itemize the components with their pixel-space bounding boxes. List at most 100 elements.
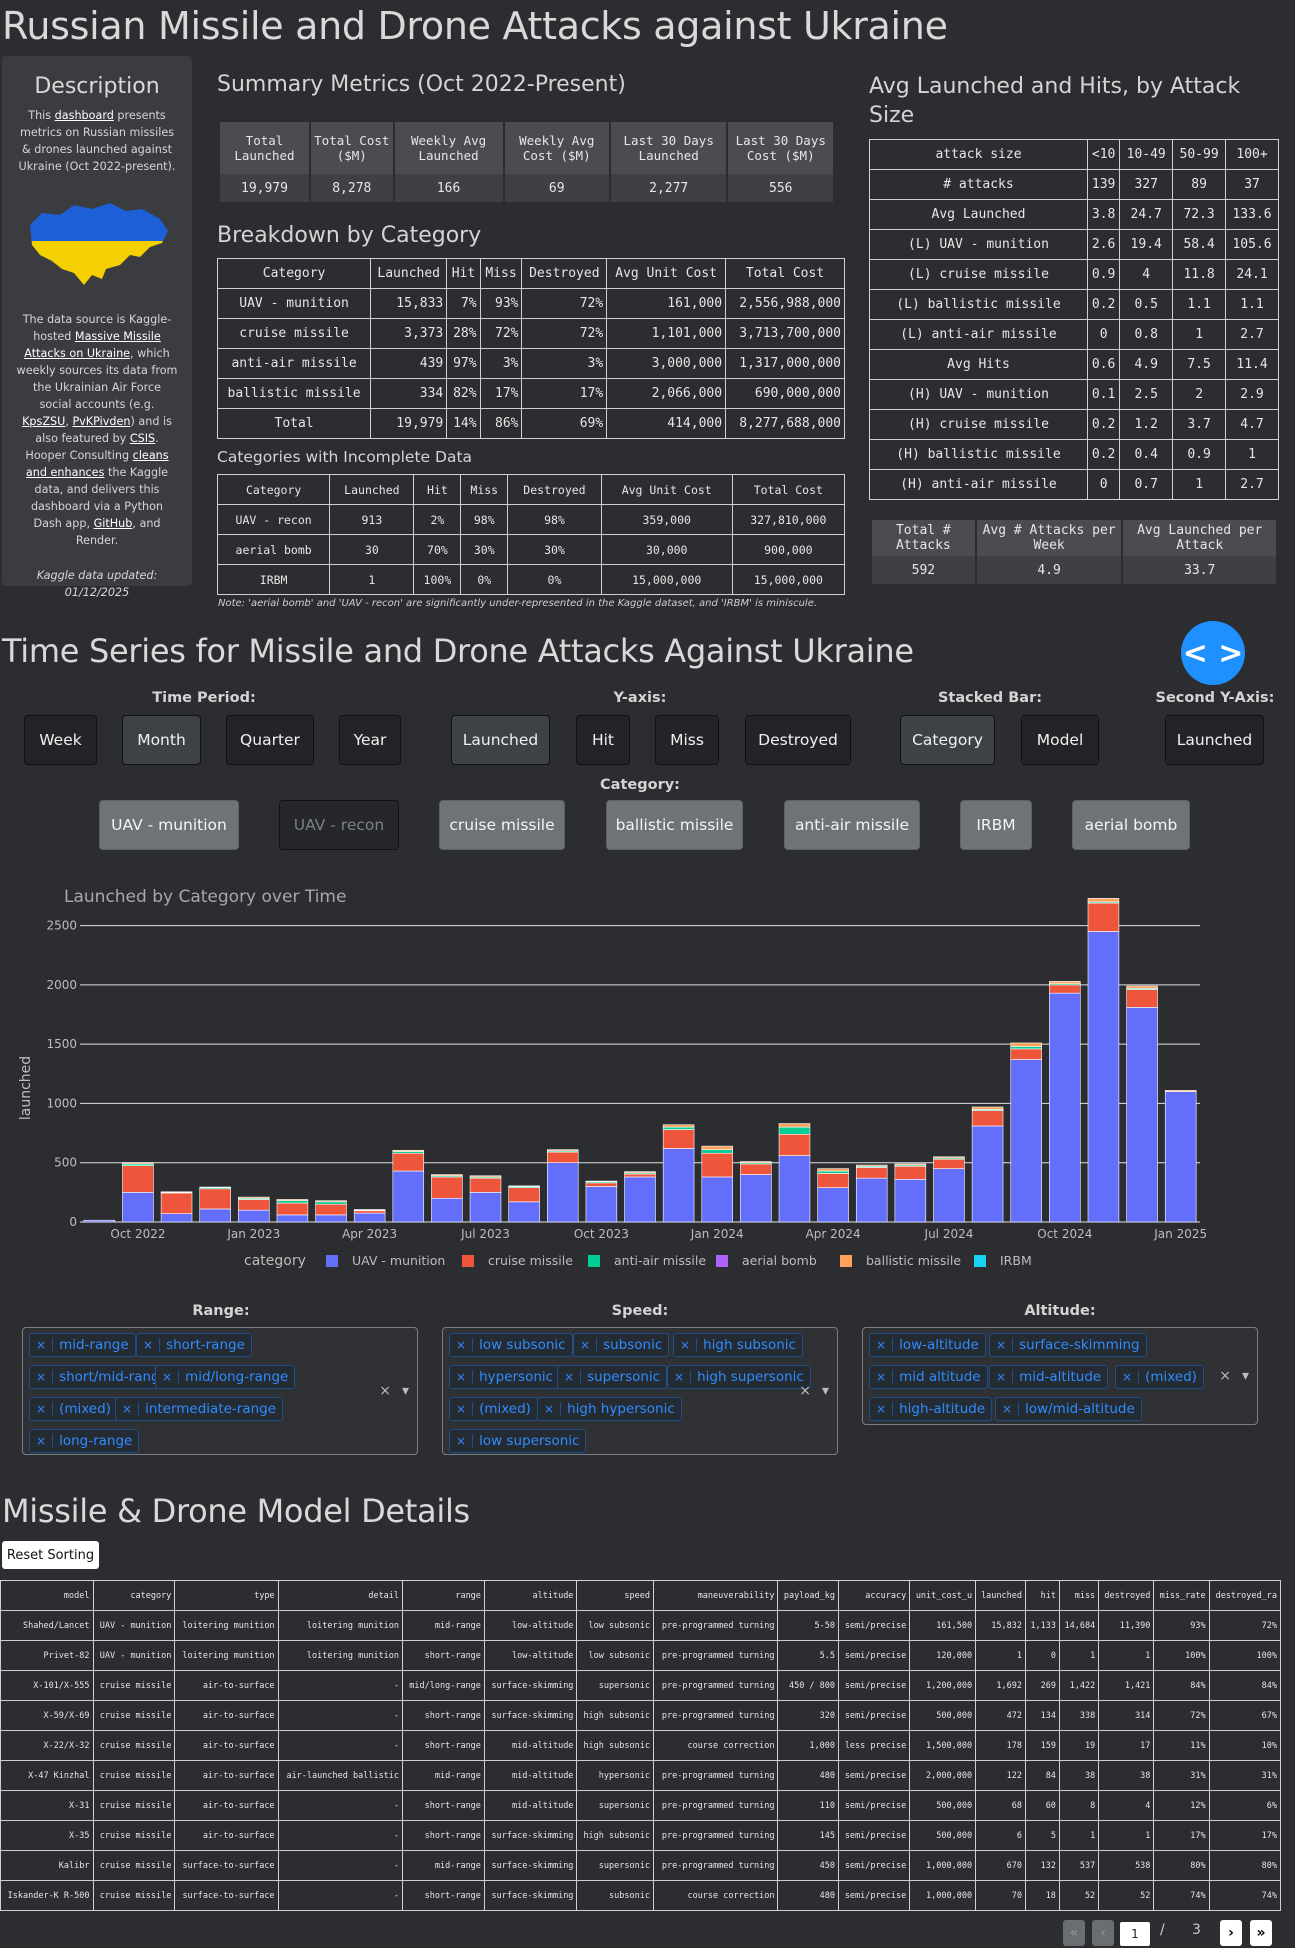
column-header[interactable]: miss_rate <box>1153 1580 1210 1611</box>
clear-all-icon[interactable]: × <box>799 1383 811 1399</box>
dashboard-link[interactable]: dashboard <box>55 109 114 122</box>
category-cruise-missile-button[interactable]: cruise missile <box>439 800 565 850</box>
last-page-button[interactable]: » <box>1250 1920 1272 1946</box>
filter-tag[interactable]: × high-altitude <box>869 1397 993 1421</box>
filter-tag[interactable]: × high hypersonic <box>537 1397 682 1421</box>
remove-tag-icon[interactable]: × <box>668 1370 692 1384</box>
remove-tag-icon[interactable]: × <box>450 1434 474 1448</box>
category-ballistic-missile-button[interactable]: ballistic missile <box>606 800 743 850</box>
yaxis-destroyed-button[interactable]: Destroyed <box>745 715 851 765</box>
category-uav-munition-button[interactable]: UAV - munition <box>99 800 239 850</box>
filter-tag[interactable]: × high supersonic <box>667 1365 811 1389</box>
remove-tag-icon[interactable]: × <box>990 1338 1014 1352</box>
remove-tag-icon[interactable]: × <box>30 1402 54 1416</box>
remove-tag-icon[interactable]: × <box>538 1402 562 1416</box>
filter-tag[interactable]: × (mixed) <box>1115 1365 1204 1389</box>
column-header[interactable]: range <box>402 1580 485 1611</box>
remove-tag-icon[interactable]: × <box>137 1338 161 1352</box>
github-link[interactable]: GitHub <box>94 517 133 530</box>
remove-tag-icon[interactable]: × <box>1116 1370 1140 1384</box>
time-period-quarter-button[interactable]: Quarter <box>226 715 314 765</box>
column-header[interactable]: destroyed <box>1098 1580 1154 1611</box>
column-header[interactable]: launched <box>975 1580 1026 1611</box>
remove-tag-icon[interactable]: × <box>30 1434 54 1448</box>
filter-tag[interactable]: × short-range <box>136 1333 252 1357</box>
column-header[interactable]: type <box>174 1580 279 1611</box>
filter-tag[interactable]: × subsonic <box>573 1333 670 1357</box>
column-header[interactable]: category <box>92 1580 175 1611</box>
category-anti-air-missile-button[interactable]: anti-air missile <box>784 800 920 850</box>
column-header[interactable]: altitude <box>483 1580 577 1611</box>
column-header[interactable]: maneuverability <box>652 1580 778 1611</box>
remove-tag-icon[interactable]: × <box>558 1370 582 1384</box>
filter-tag[interactable]: × surface-skimming <box>989 1333 1147 1357</box>
column-header[interactable]: unit_cost_u <box>909 1580 976 1611</box>
filter-tag[interactable]: × short/mid-range <box>29 1365 175 1389</box>
range-multiselect[interactable]: × mid-range × short-range × short/mid-range × m… <box>22 1327 418 1455</box>
csis-link[interactable]: CSIS <box>130 432 155 445</box>
reset-sorting-button[interactable]: Reset Sorting <box>2 1541 99 1569</box>
filter-tag[interactable]: × mid altitude <box>869 1365 988 1389</box>
time-period-week-button[interactable]: Week <box>24 715 97 765</box>
first-page-button[interactable]: « <box>1063 1920 1085 1946</box>
category-aerial-bomb-button[interactable]: aerial bomb <box>1072 800 1190 850</box>
second-yaxis-launched-button[interactable]: Launched <box>1165 715 1264 765</box>
remove-tag-icon[interactable]: × <box>450 1338 474 1352</box>
column-header[interactable]: destroyed_ra <box>1208 1580 1282 1611</box>
remove-tag-icon[interactable]: × <box>450 1370 474 1384</box>
remove-tag-icon[interactable]: × <box>30 1338 54 1352</box>
filter-tag[interactable]: × mid-range <box>29 1333 136 1357</box>
column-header[interactable]: accuracy <box>838 1580 910 1611</box>
filter-tag[interactable]: × supersonic <box>557 1365 668 1389</box>
time-period-month-button[interactable]: Month <box>122 715 201 765</box>
yaxis-miss-button[interactable]: Miss <box>655 715 719 765</box>
remove-tag-icon[interactable]: × <box>450 1402 474 1416</box>
page-number-input[interactable]: 1 <box>1120 1922 1150 1946</box>
remove-tag-icon[interactable]: × <box>156 1370 180 1384</box>
remove-tag-icon[interactable]: × <box>996 1402 1020 1416</box>
filter-tag[interactable]: × low-altitude <box>869 1333 986 1357</box>
chevron-down-icon[interactable]: ▾ <box>402 1383 409 1399</box>
remove-tag-icon[interactable]: × <box>674 1338 698 1352</box>
filter-tag[interactable]: × hypersonic <box>449 1365 561 1389</box>
stacked-category-button[interactable]: Category <box>900 715 995 765</box>
filter-tag[interactable]: × mid-altitude <box>989 1365 1109 1389</box>
column-header[interactable]: hit <box>1025 1580 1060 1611</box>
filter-tag[interactable]: × high subsonic <box>673 1333 803 1357</box>
chevron-down-icon[interactable]: ▾ <box>822 1383 829 1399</box>
column-header[interactable]: detail <box>277 1580 403 1611</box>
clear-all-icon[interactable]: × <box>379 1383 391 1399</box>
remove-tag-icon[interactable]: × <box>116 1402 140 1416</box>
yaxis-hit-button[interactable]: Hit <box>576 715 630 765</box>
kpszsu-link[interactable]: KpsZSU <box>22 415 65 428</box>
remove-tag-icon[interactable]: × <box>990 1370 1014 1384</box>
remove-tag-icon[interactable]: × <box>30 1370 54 1384</box>
category-uav-recon-button[interactable]: UAV - recon <box>279 800 399 850</box>
yaxis-launched-button[interactable]: Launched <box>451 715 550 765</box>
column-header[interactable]: payload_kg <box>777 1580 839 1611</box>
filter-tag[interactable]: × low/mid-altitude <box>995 1397 1142 1421</box>
toggle-view-button[interactable]: < > <box>1181 621 1245 685</box>
pvkpivden-link[interactable]: PvKPivden <box>72 415 130 428</box>
prev-page-button[interactable]: ‹ <box>1092 1920 1114 1946</box>
filter-tag[interactable]: × intermediate-range <box>115 1397 284 1421</box>
chevron-down-icon[interactable]: ▾ <box>1242 1368 1249 1384</box>
column-header[interactable]: model <box>0 1580 94 1611</box>
filter-tag[interactable]: × low supersonic <box>449 1429 587 1453</box>
column-header[interactable]: speed <box>576 1580 654 1611</box>
filter-tag[interactable]: × mid/long-range <box>155 1365 296 1389</box>
remove-tag-icon[interactable]: × <box>870 1402 894 1416</box>
remove-tag-icon[interactable]: × <box>870 1338 894 1352</box>
remove-tag-icon[interactable]: × <box>870 1370 894 1384</box>
altitude-multiselect[interactable]: × low-altitude × surface-skimming × mid altit… <box>862 1327 1258 1425</box>
column-header[interactable]: miss <box>1058 1580 1099 1611</box>
next-page-button[interactable]: › <box>1220 1920 1242 1946</box>
remove-tag-icon[interactable]: × <box>574 1338 598 1352</box>
filter-tag[interactable]: × low subsonic <box>449 1333 573 1357</box>
category-irbm-button[interactable]: IRBM <box>960 800 1032 850</box>
filter-tag[interactable]: × (mixed) <box>29 1397 118 1421</box>
time-period-year-button[interactable]: Year <box>339 715 401 765</box>
speed-multiselect[interactable]: × low subsonic × subsonic × high subsonic × hyp… <box>442 1327 838 1455</box>
clear-all-icon[interactable]: × <box>1219 1368 1231 1384</box>
filter-tag[interactable]: × (mixed) <box>449 1397 538 1421</box>
